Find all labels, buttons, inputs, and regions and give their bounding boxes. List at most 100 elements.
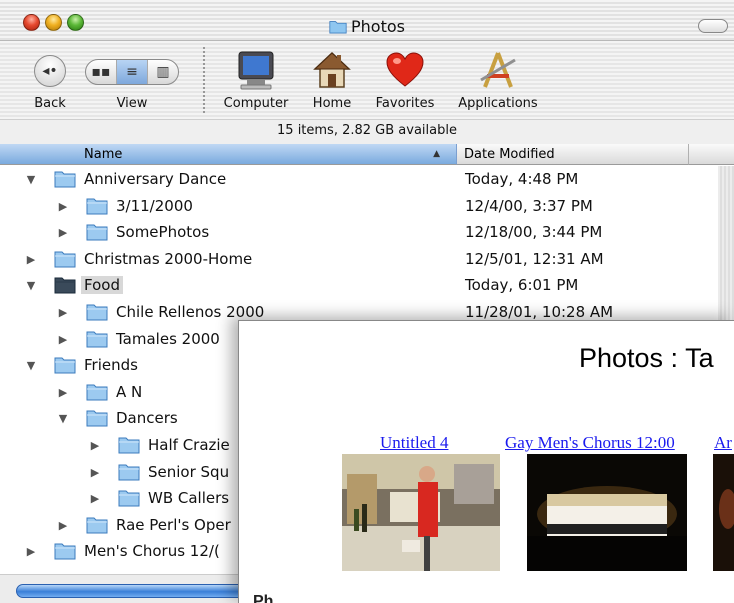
list-item[interactable]: ▶ Christmas 2000-Home 12/5/01, 12:31 AM <box>0 246 718 273</box>
thumbnail-link-untitled-4[interactable]: Untitled 4 <box>380 433 448 453</box>
back-button[interactable]: ◂• Back <box>28 49 72 111</box>
favorites-label: Favorites <box>375 96 435 111</box>
folder-icon <box>54 355 76 374</box>
folder-icon <box>54 275 76 294</box>
folder-icon <box>54 249 76 268</box>
disclosure-collapsed-icon[interactable]: ▶ <box>24 253 38 266</box>
web-page-window[interactable]: Photos : Ta Untitled 4 Gay Men's Chorus … <box>238 320 734 603</box>
applications-icon <box>480 52 516 88</box>
folder-icon <box>54 541 76 560</box>
item-name: Dancers <box>116 409 178 428</box>
back-label: Back <box>34 96 66 111</box>
horizontal-scroll-thumb[interactable] <box>16 584 246 598</box>
item-date-modified: Today, 6:01 PM <box>465 276 579 295</box>
folder-icon <box>86 408 108 427</box>
icon-view-icon[interactable]: ▪▪ <box>86 60 117 84</box>
folder-icon <box>54 169 76 188</box>
photo-thumbnail-partial[interactable] <box>713 454 734 571</box>
home-icon <box>313 51 351 88</box>
item-name: Tamales 2000 <box>116 329 220 348</box>
applications-label: Applications <box>458 96 538 111</box>
folder-icon <box>86 222 108 241</box>
item-name: Rae Perl's Oper <box>116 515 231 534</box>
item-date-modified: 11/28/01, 10:28 AM <box>465 303 614 321</box>
disclosure-collapsed-icon[interactable]: ▶ <box>88 466 102 479</box>
folder-icon <box>118 435 140 454</box>
disclosure-expanded-icon[interactable]: ▼ <box>24 279 38 292</box>
computer-icon <box>238 51 274 90</box>
list-item[interactable]: ▶ 3/11/2000 12/4/00, 3:37 PM <box>0 193 718 220</box>
heart-icon <box>386 52 424 87</box>
disclosure-expanded-icon[interactable]: ▼ <box>24 359 38 372</box>
disclosure-collapsed-icon[interactable]: ▶ <box>56 306 70 319</box>
name-column-label: Name <box>84 147 123 162</box>
applications-button[interactable]: Applications <box>452 49 544 111</box>
list-item[interactable]: ▼ Food Today, 6:01 PM <box>0 272 718 299</box>
page-heading: Photos : Ta <box>579 343 714 373</box>
folder-icon <box>86 382 108 401</box>
disclosure-collapsed-icon[interactable]: ▶ <box>24 545 38 558</box>
folder-icon <box>118 462 140 481</box>
item-name: Half Crazie <box>148 436 230 454</box>
view-control[interactable]: ▪▪ ≡ ▥ View <box>84 49 180 111</box>
item-name: 3/11/2000 <box>116 196 193 215</box>
item-date-modified: Today, 4:48 PM <box>465 170 579 188</box>
folder-icon <box>86 196 108 215</box>
folder-icon <box>86 329 108 348</box>
disclosure-collapsed-icon[interactable]: ▶ <box>56 386 70 399</box>
folder-icon <box>86 515 108 534</box>
view-label: View <box>116 96 148 111</box>
item-name: Senior Squ <box>148 462 230 481</box>
view-segmented-control[interactable]: ▪▪ ≡ ▥ <box>85 59 179 85</box>
disclosure-collapsed-icon[interactable]: ▶ <box>56 226 70 239</box>
item-name: A N <box>116 382 143 401</box>
item-date-modified: 12/5/01, 12:31 AM <box>465 249 604 268</box>
list-view-icon[interactable]: ≡ <box>117 60 148 84</box>
column-view-icon[interactable]: ▥ <box>148 60 178 84</box>
window-title-bar[interactable]: Photos <box>0 0 734 41</box>
item-name: Food <box>81 276 123 295</box>
home-button[interactable]: Home <box>305 49 359 111</box>
date-column-label: Date Modified <box>464 147 555 162</box>
disclosure-collapsed-icon[interactable]: ▶ <box>56 200 70 213</box>
item-name: WB Callers <box>148 489 230 508</box>
item-name: SomePhotos <box>116 223 210 242</box>
toolbar: ◂• Back ▪▪ ≡ ▥ View Computer Home Favori… <box>0 41 734 119</box>
photo-thumbnail-chorus[interactable] <box>527 454 687 571</box>
back-arrow-icon: ◂• <box>34 55 66 87</box>
status-bar: 15 items, 2.82 GB available <box>0 119 734 145</box>
disclosure-collapsed-icon[interactable]: ▶ <box>88 492 102 505</box>
list-item[interactable]: ▶ SomePhotos 12/18/00, 3:44 PM <box>0 219 718 246</box>
photo-thumbnail-kitchen[interactable] <box>342 454 500 571</box>
folder-icon <box>86 302 108 321</box>
sort-ascending-icon: ▲ <box>433 149 440 159</box>
thumbnail-link-gay-mens-chorus[interactable]: Gay Men's Chorus 12:00 <box>505 433 675 453</box>
favorites-button[interactable]: Favorites <box>368 49 442 111</box>
computer-label: Computer <box>223 96 289 111</box>
toolbar-toggle-button[interactable] <box>698 19 728 33</box>
item-date-modified: 12/4/00, 3:37 PM <box>465 196 593 215</box>
item-name: Anniversary Dance <box>84 170 227 188</box>
disclosure-collapsed-icon[interactable]: ▶ <box>56 519 70 532</box>
item-name: Christmas 2000-Home <box>84 249 253 268</box>
disclosure-collapsed-icon[interactable]: ▶ <box>56 333 70 346</box>
list-item[interactable]: ▼ Anniversary Dance Today, 4:48 PM <box>0 166 718 193</box>
toolbar-separator <box>203 47 205 113</box>
computer-button[interactable]: Computer <box>218 49 294 111</box>
folder-icon <box>329 21 347 34</box>
column-header-filler <box>689 144 734 165</box>
date-modified-column-header[interactable]: Date Modified <box>457 144 689 165</box>
disclosure-expanded-icon[interactable]: ▼ <box>56 412 70 425</box>
thumbnail-link-ar[interactable]: Ar <box>714 433 732 453</box>
item-name: Friends <box>84 356 138 375</box>
item-name: Chile Rellenos 2000 <box>116 303 265 321</box>
home-label: Home <box>312 96 352 111</box>
window-title: Photos <box>0 17 734 36</box>
name-column-header[interactable]: Name ▲ <box>0 144 457 165</box>
disclosure-expanded-icon[interactable]: ▼ <box>24 173 38 186</box>
folder-icon <box>118 488 140 507</box>
window-title-text: Photos <box>351 17 405 36</box>
disclosure-collapsed-icon[interactable]: ▶ <box>88 439 102 452</box>
item-name: Men's Chorus 12/( <box>84 542 220 561</box>
item-date-modified: 12/18/00, 3:44 PM <box>465 223 603 242</box>
